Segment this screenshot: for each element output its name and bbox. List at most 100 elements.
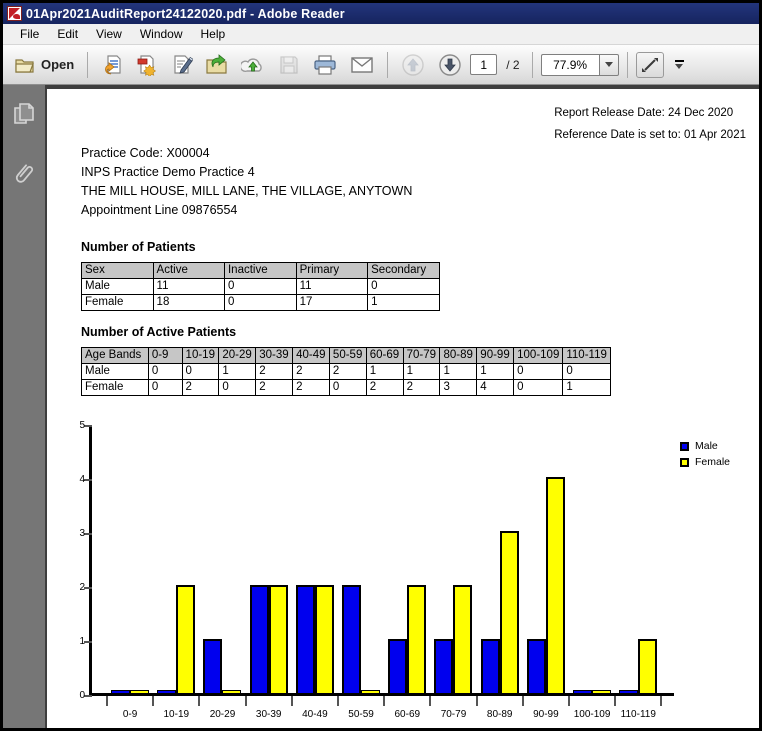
x-axis-tick-label: 80-89 bbox=[477, 709, 523, 720]
print-icon bbox=[313, 54, 337, 76]
table-cell: 2 bbox=[329, 364, 366, 380]
legend-swatch bbox=[680, 442, 689, 451]
toolbar-overflow-button[interactable] bbox=[675, 60, 684, 69]
x-axis-tick-label: 30-39 bbox=[246, 709, 292, 720]
table-header-cell: 90-99 bbox=[477, 348, 514, 364]
female-bar bbox=[222, 690, 241, 693]
table-cell: 1 bbox=[219, 364, 256, 380]
print-button[interactable] bbox=[308, 50, 342, 80]
sign-document-button[interactable] bbox=[166, 50, 198, 80]
legend-entry: Male bbox=[680, 440, 730, 452]
x-axis-tick-label: 20-29 bbox=[199, 709, 245, 720]
toolbar-separator bbox=[387, 52, 388, 78]
female-bar bbox=[361, 690, 380, 693]
next-page-button[interactable] bbox=[433, 50, 467, 80]
open-button[interactable]: Open bbox=[9, 50, 79, 80]
pdf-page: Report Release Date: 24 Dec 2020 Referen… bbox=[47, 89, 759, 730]
male-bar bbox=[573, 690, 592, 693]
save-icon bbox=[278, 54, 300, 76]
table-cell: 1 bbox=[477, 364, 514, 380]
table-header-cell: 60-69 bbox=[366, 348, 403, 364]
toolbar-overflow-caret-icon bbox=[675, 64, 683, 69]
page-count-label: / 2 bbox=[506, 58, 519, 72]
patients-table-title: Number of Patients bbox=[81, 240, 196, 254]
y-axis-tick bbox=[84, 479, 92, 481]
table-cell: 3 bbox=[440, 380, 477, 396]
table-cell: 2 bbox=[182, 380, 219, 396]
table-cell: Female bbox=[82, 380, 149, 396]
previous-page-icon bbox=[401, 53, 425, 77]
female-bar bbox=[176, 585, 195, 693]
save-button[interactable] bbox=[273, 50, 305, 80]
table-cell: 0 bbox=[148, 380, 182, 396]
legend-label: Male bbox=[695, 440, 718, 452]
email-button[interactable] bbox=[345, 50, 379, 80]
email-icon bbox=[350, 55, 374, 75]
table-row: Male110110 bbox=[82, 279, 440, 295]
x-axis-tick bbox=[660, 696, 662, 706]
bar-group bbox=[615, 639, 661, 693]
y-axis-tick-label: 5 bbox=[73, 420, 85, 431]
cloud-upload-button[interactable] bbox=[236, 50, 270, 80]
table-header-cell: Sex bbox=[82, 263, 154, 279]
bar-group bbox=[523, 477, 569, 693]
x-axis-tick bbox=[198, 696, 200, 706]
practice-detail-line: Appointment Line 09876554 bbox=[81, 201, 412, 220]
zoom-dropdown-button[interactable] bbox=[599, 54, 619, 76]
y-axis-tick-label: 4 bbox=[73, 474, 85, 485]
table-cell: 0 bbox=[563, 364, 611, 380]
x-axis-tick bbox=[568, 696, 570, 706]
pdf-app-icon bbox=[7, 6, 22, 21]
page-thumbnails-button[interactable] bbox=[9, 99, 39, 129]
menu-item-view[interactable]: View bbox=[87, 25, 131, 43]
x-axis-tick bbox=[383, 696, 385, 706]
table-cell: 0 bbox=[148, 364, 182, 380]
x-axis-tick bbox=[614, 696, 616, 706]
bar-group bbox=[199, 639, 245, 693]
navigation-sidebar bbox=[3, 85, 47, 730]
send-file-button[interactable] bbox=[201, 50, 233, 80]
zoom-level-value[interactable]: 77.9% bbox=[541, 54, 599, 76]
table-header-cell: 20-29 bbox=[219, 348, 256, 364]
female-bar bbox=[130, 690, 149, 693]
y-axis-tick bbox=[84, 587, 92, 589]
table-cell: 11 bbox=[153, 279, 224, 295]
table-cell: 2 bbox=[256, 380, 293, 396]
x-axis-tick bbox=[245, 696, 247, 706]
female-bar bbox=[453, 585, 472, 693]
table-header-cell: 100-109 bbox=[514, 348, 563, 364]
fit-window-button[interactable] bbox=[636, 52, 664, 78]
female-bar bbox=[500, 531, 519, 693]
y-axis-tick-label: 1 bbox=[73, 636, 85, 647]
export-pdf-button[interactable] bbox=[96, 50, 128, 80]
table-header-cell: 80-89 bbox=[440, 348, 477, 364]
y-axis-tick-label: 0 bbox=[73, 690, 85, 701]
table-cell: 0 bbox=[514, 364, 563, 380]
document-pane: Report Release Date: 24 Dec 2020 Referen… bbox=[47, 85, 759, 730]
male-bar bbox=[342, 585, 361, 693]
page-number-input[interactable] bbox=[470, 54, 497, 75]
bar-chart: 0-910-1920-2930-3940-4950-5960-6970-7980… bbox=[75, 418, 740, 726]
create-pdf-icon bbox=[136, 54, 158, 76]
menu-item-file[interactable]: File bbox=[11, 25, 48, 43]
table-header-cell: Active bbox=[153, 263, 224, 279]
table-cell: 11 bbox=[296, 279, 368, 295]
female-bar bbox=[638, 639, 657, 693]
previous-page-button[interactable] bbox=[396, 50, 430, 80]
menu-item-edit[interactable]: Edit bbox=[48, 25, 87, 43]
table-header-cell: Inactive bbox=[224, 263, 296, 279]
attachments-button[interactable] bbox=[9, 159, 39, 189]
active-patients-table-title: Number of Active Patients bbox=[81, 325, 236, 339]
create-pdf-button[interactable] bbox=[131, 50, 163, 80]
x-axis-tick-label: 60-69 bbox=[384, 709, 430, 720]
cloud-upload-icon bbox=[241, 54, 265, 76]
table-cell: 4 bbox=[477, 380, 514, 396]
menu-item-window[interactable]: Window bbox=[131, 25, 192, 43]
male-bar bbox=[619, 690, 638, 693]
toolbar-separator bbox=[532, 52, 533, 78]
table-cell: 0 bbox=[514, 380, 563, 396]
table-cell: 1 bbox=[440, 364, 477, 380]
bar-group bbox=[569, 690, 615, 693]
male-bar bbox=[388, 639, 407, 693]
menu-item-help[interactable]: Help bbox=[192, 25, 235, 43]
